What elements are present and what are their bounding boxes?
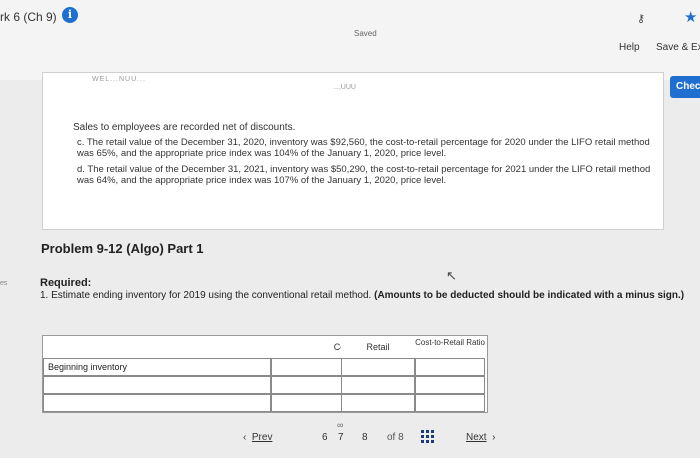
header-cell-retail: Retail — [341, 336, 415, 358]
key-icon[interactable]: ⚷ — [637, 12, 645, 25]
row-3-label-input[interactable] — [43, 394, 271, 412]
page-count: of 8 — [387, 432, 404, 443]
faded-row-label: WEL...NUU... — [92, 76, 147, 83]
prev-button[interactable]: ‹ Prev — [243, 432, 272, 443]
prev-label: Prev — [251, 432, 273, 443]
info-icon[interactable]: i — [62, 7, 78, 23]
row-1-label: Beginning inventory — [48, 362, 128, 372]
row-3-ratio-input[interactable] — [415, 394, 485, 412]
help-link[interactable]: Help — [619, 42, 640, 53]
cursor-icon: ↖ — [446, 268, 457, 283]
row-1-ratio-input[interactable] — [415, 358, 485, 376]
page-7-link[interactable]: 7 — [338, 432, 344, 443]
row-2-retail-input[interactable] — [341, 376, 415, 394]
item-c-text: c. The retail value of the December 31, … — [77, 137, 650, 159]
row-2-ratio-input[interactable] — [415, 376, 485, 394]
saved-status: Saved — [354, 29, 377, 38]
top-bar — [0, 0, 700, 80]
page-6-link[interactable]: 6 — [322, 432, 328, 443]
assignment-title: rk 6 (Ch 9) — [0, 10, 57, 24]
header-ratio-label: Cost-to-Retail Ratio — [415, 338, 485, 347]
star-icon[interactable]: ★ — [684, 8, 697, 26]
grid-icon[interactable] — [421, 430, 435, 444]
required-heading: Required: — [40, 277, 92, 289]
item-d-text: d. The retail value of the December 31, … — [77, 164, 651, 186]
header-cell-blank — [43, 336, 271, 358]
header-cell-ratio: Cost-to-Retail Ratio — [415, 338, 485, 360]
row-2-label-input[interactable] — [43, 376, 271, 394]
required-note: (Amounts to be deducted should be indica… — [374, 290, 685, 301]
page-8-link[interactable]: 8 — [362, 432, 368, 443]
header-retail-label: Retail — [366, 342, 390, 352]
required-text: 1. Estimate ending inventory for 2019 us… — [40, 290, 695, 302]
side-label: es — [0, 280, 8, 287]
problem-title: Problem 9-12 (Algo) Part 1 — [41, 241, 204, 256]
check-button[interactable]: Check — [670, 76, 700, 98]
row-3-retail-input[interactable] — [341, 394, 415, 412]
link-icon: ∞ — [337, 420, 344, 430]
save-exit-button[interactable]: Save & Ex — [656, 42, 700, 53]
row-1-label-cell: Beginning inventory — [43, 358, 271, 376]
next-label: Next — [466, 432, 487, 443]
required-instruction: 1. Estimate ending inventory for 2019 us… — [40, 290, 372, 301]
discount-note: Sales to employees are recorded net of d… — [73, 122, 296, 133]
retail-method-table: Cost Retail Cost-to-Retail Ratio Beginni… — [42, 335, 488, 413]
faded-row-value: ...,UUU — [333, 84, 356, 91]
row-1-retail-input[interactable] — [341, 358, 415, 376]
next-button[interactable]: Next › — [466, 432, 495, 443]
